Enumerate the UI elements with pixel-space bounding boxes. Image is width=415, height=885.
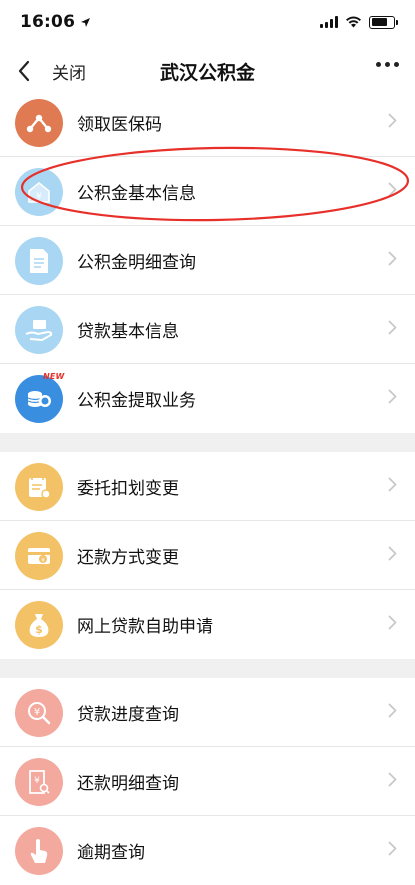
status-bar: 16:06: [0, 0, 415, 44]
chevron-right-icon: [388, 703, 397, 722]
more-options-button[interactable]: [376, 62, 399, 67]
dot: [385, 62, 390, 67]
clock-text: 16:06: [20, 12, 76, 32]
menu-item[interactable]: ¥ 公积金基本信息: [0, 157, 415, 226]
menu-item[interactable]: ¥ 还款明细查询: [0, 747, 415, 816]
menu-item[interactable]: 委托扣划变更: [0, 452, 415, 521]
chevron-left-icon: [18, 60, 30, 82]
cellular-signal-icon: [320, 16, 338, 28]
calendar-edit-icon: [15, 462, 63, 511]
chevron-right-icon: [388, 772, 397, 791]
menu-list: 领取医保码 ¥ 公积金基本信息 公积金明细查询 贷款基本信息 NEW 公积金提取业务 委托扣划…: [0, 88, 415, 885]
menu-item-label: 逾期查询: [77, 843, 145, 863]
battery-level: [371, 18, 387, 26]
receipt-search-icon: ¥: [15, 757, 63, 806]
menu-item[interactable]: 领取医保码: [0, 88, 415, 157]
loan-hand-icon: [15, 305, 63, 354]
document-icon: [15, 236, 63, 285]
menu-item-label: 贷款进度查询: [77, 705, 179, 725]
menu-item[interactable]: 逾期查询: [0, 816, 415, 885]
search-yen-icon: ¥: [15, 688, 63, 737]
close-button[interactable]: 关闭: [52, 59, 86, 84]
chevron-right-icon: [388, 615, 397, 634]
svg-text:$: $: [35, 623, 43, 636]
menu-item-label: 委托扣划变更: [77, 479, 179, 499]
svg-text:¥: ¥: [36, 192, 42, 202]
house-fund-icon: ¥: [15, 167, 63, 216]
svg-text:¥: ¥: [34, 776, 40, 786]
status-icons: [320, 15, 398, 29]
menu-item-label: 网上贷款自助申请: [77, 617, 213, 637]
health-code-icon: [15, 98, 63, 147]
menu-item-label: 公积金明细查询: [77, 253, 196, 273]
menu-item-label: 领取医保码: [77, 115, 162, 135]
dot: [394, 62, 399, 67]
menu-item-label: 贷款基本信息: [77, 322, 179, 342]
menu-item[interactable]: 公积金明细查询: [0, 226, 415, 295]
chevron-right-icon: [388, 389, 397, 408]
chevron-right-icon: [388, 841, 397, 860]
menu-item-label: 公积金基本信息: [77, 184, 196, 204]
menu-item-label: 公积金提取业务: [77, 391, 196, 411]
wifi-icon: [346, 16, 361, 28]
menu-item[interactable]: 贷款基本信息: [0, 295, 415, 364]
chevron-right-icon: [388, 182, 397, 201]
status-time: 16:06: [20, 12, 91, 32]
menu-item[interactable]: NEW 公积金提取业务: [0, 364, 415, 433]
location-arrow-icon: [81, 17, 91, 27]
coins-icon: NEW: [15, 371, 65, 423]
section-divider: [0, 659, 415, 678]
chevron-right-icon: [388, 113, 397, 132]
chevron-right-icon: [388, 251, 397, 270]
section-divider: [0, 433, 415, 452]
chevron-right-icon: [388, 320, 397, 339]
chevron-right-icon: [388, 546, 397, 565]
svg-text:¥: ¥: [34, 707, 40, 718]
new-badge: NEW: [43, 371, 65, 381]
touch-icon: [15, 826, 63, 875]
dot: [376, 62, 381, 67]
menu-item-label: 还款明细查询: [77, 774, 179, 794]
menu-item[interactable]: $ 网上贷款自助申请: [0, 590, 415, 659]
menu-item-label: 还款方式变更: [77, 548, 179, 568]
chevron-right-icon: [388, 477, 397, 496]
menu-item[interactable]: ¥ 贷款进度查询: [0, 678, 415, 747]
svg-text:¥: ¥: [41, 557, 45, 564]
money-bag-icon: $: [15, 600, 63, 649]
battery-icon: [369, 15, 398, 29]
menu-item[interactable]: ¥ 还款方式变更: [0, 521, 415, 590]
repay-card-icon: ¥: [15, 531, 63, 580]
